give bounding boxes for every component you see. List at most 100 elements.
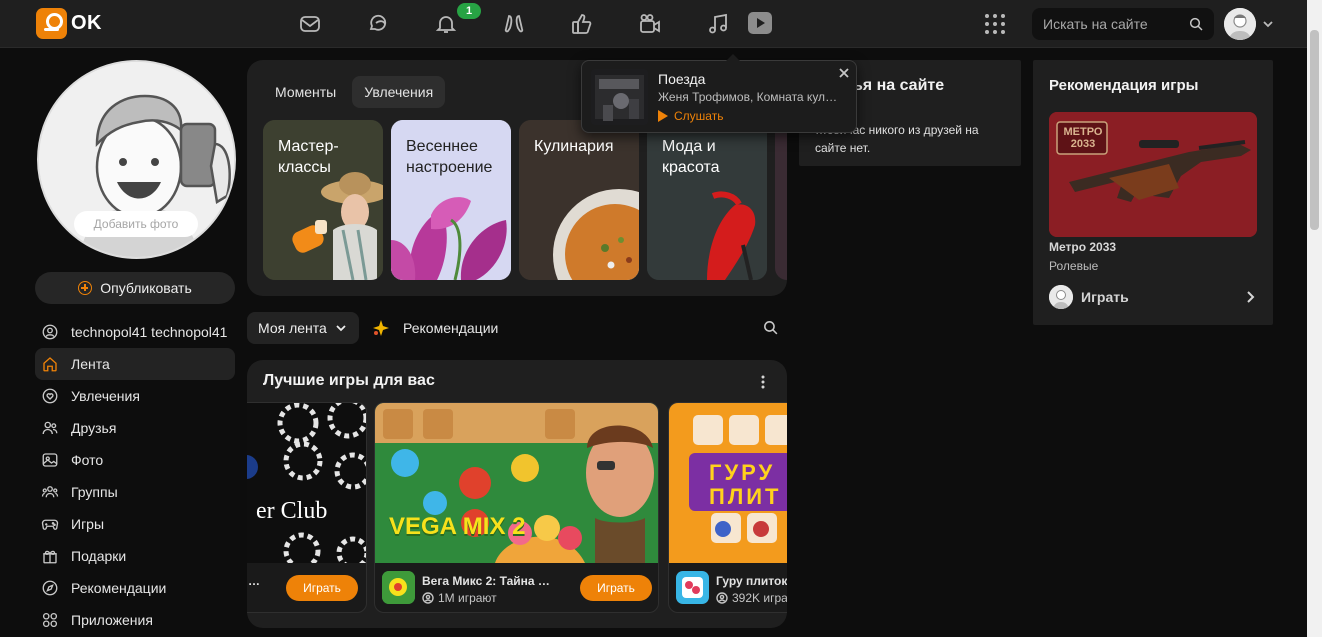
- friends-icon: [42, 421, 58, 435]
- sidebar-item-label: Игры: [71, 516, 105, 532]
- track-artist: Женя Трофимов, Комната культуры: [658, 90, 840, 104]
- apps-grid-icon[interactable]: [985, 14, 1005, 34]
- interest-card-fashion[interactable]: Мода и красота: [647, 120, 767, 280]
- game-recommendation-genre: Ролевые: [1049, 259, 1099, 273]
- interest-card-label: Мастер- классы: [278, 138, 339, 176]
- chevron-down-icon: [336, 325, 346, 332]
- game-name: …: [248, 574, 260, 588]
- close-icon[interactable]: [837, 66, 851, 80]
- interest-card-masterclasses[interactable]: Мастер- классы: [263, 120, 383, 280]
- more-vertical-icon[interactable]: [755, 374, 771, 390]
- game-footer: Гуру плиток 392K игра: [669, 563, 787, 612]
- sidebar-item-recommendations[interactable]: Рекомендации: [35, 572, 235, 604]
- video-camera-icon[interactable]: [636, 10, 664, 38]
- games-title: Лучшие игры для вас: [263, 372, 435, 389]
- listen-button[interactable]: Слушать: [658, 109, 723, 123]
- sidebar-item-games[interactable]: Игры: [35, 508, 235, 540]
- user-avatar[interactable]: [1224, 8, 1256, 40]
- listen-label: Слушать: [674, 109, 724, 123]
- sidebar-item-photo[interactable]: Фото: [35, 444, 235, 476]
- sidebar-item-gifts[interactable]: Подарки: [35, 540, 235, 572]
- tile-guru-game-art: ГУРУ ПЛИТ: [669, 403, 787, 563]
- messages-icon[interactable]: [296, 10, 324, 38]
- tile-guru-icon: [676, 571, 709, 604]
- ok-logo[interactable]: OK: [36, 8, 102, 39]
- sidebar-item-feed[interactable]: Лента: [35, 348, 235, 380]
- friend-avatar: [1049, 285, 1073, 309]
- interest-card-partial[interactable]: [775, 120, 787, 280]
- sidebar-item-label: Друзья: [71, 420, 117, 436]
- scrollbar-thumb[interactable]: [1310, 30, 1319, 230]
- metro-art-text: МЕТРО 2033: [1063, 126, 1103, 150]
- game-recommendation-title: Рекомендация игры: [1049, 77, 1199, 94]
- compass-icon: [42, 580, 58, 596]
- music-popup: Поезда Женя Трофимов, Комната культуры С…: [581, 54, 857, 133]
- sidebar-item-label: Рекомендации: [71, 580, 167, 596]
- page-scrollbar[interactable]: [1307, 0, 1322, 637]
- gift-icon: [43, 550, 57, 564]
- game-card[interactable]: er Club … Играть: [247, 402, 367, 613]
- game-footer: … Играть: [247, 563, 366, 612]
- interest-card-spring[interactable]: Весеннее настроение: [391, 120, 511, 280]
- game-name: Вега Микс 2: Тайна …: [422, 574, 550, 588]
- game-players: 1M играют: [422, 591, 497, 605]
- sidebar-item-label: Приложения: [71, 612, 153, 628]
- notification-badge: 1: [457, 3, 481, 19]
- guests-icon[interactable]: [500, 10, 528, 38]
- tab-hobbies[interactable]: Увлечения: [352, 76, 446, 108]
- discussions-icon[interactable]: [364, 10, 392, 38]
- interest-card-label: Мода и красота: [662, 138, 720, 176]
- poker-game-art: er Club: [247, 403, 366, 563]
- games-block: Лучшие игры для вас er Club … Играть VEG…: [247, 360, 787, 628]
- sidebar-item-profile[interactable]: technopol41 technopol41: [35, 316, 235, 348]
- play-button[interactable]: Играть: [580, 575, 652, 601]
- recommendations-tab[interactable]: Рекомендации: [373, 312, 498, 344]
- play-icon: [658, 110, 668, 122]
- publish-button[interactable]: Опубликовать: [35, 272, 235, 304]
- sidebar-item-label: Лента: [71, 356, 110, 372]
- feed-select[interactable]: Моя лента: [247, 312, 359, 344]
- interest-card-label: Весеннее настроение: [406, 138, 493, 176]
- poker-art-text: er Club: [256, 498, 328, 524]
- game-footer: Вега Микс 2: Тайна … 1M играют Играть: [375, 563, 658, 612]
- chevron-down-icon[interactable]: [1262, 18, 1274, 30]
- feed-search-icon[interactable]: [762, 319, 779, 336]
- sidebar-item-label: Увлечения: [71, 388, 140, 404]
- game-name: Гуру плиток: [716, 574, 787, 588]
- sidebar-item-apps[interactable]: Приложения: [35, 604, 235, 636]
- music-icon[interactable]: [704, 10, 732, 38]
- play-button[interactable]: Играть: [286, 575, 358, 601]
- game-recommendation-block: Рекомендация игры МЕТРО 2033 Метро 2033 …: [1033, 60, 1273, 325]
- album-cover[interactable]: [591, 69, 648, 125]
- add-photo-button[interactable]: Добавить фото: [74, 211, 198, 237]
- profile-icon: [42, 324, 58, 340]
- sparkle-icon: [373, 320, 389, 336]
- vega-mix-icon: [382, 571, 415, 604]
- sidebar-item-friends[interactable]: Друзья: [35, 412, 235, 444]
- game-players: 392K игра: [716, 591, 787, 605]
- tile-guru-art-text: ГУРУ ПЛИТ: [709, 460, 782, 509]
- sidebar-item-hobbies[interactable]: Увлечения: [35, 380, 235, 412]
- metro-2033-art[interactable]: МЕТРО 2033: [1049, 112, 1257, 237]
- recommendations-label: Рекомендации: [403, 320, 499, 336]
- logo-text: OK: [71, 12, 102, 34]
- ok-logo-icon: [36, 8, 67, 39]
- apps-icon: [42, 612, 58, 628]
- play-video-icon[interactable]: [748, 12, 772, 34]
- notifications-icon[interactable]: [432, 10, 460, 38]
- heart-icon: [42, 388, 58, 404]
- game-card[interactable]: VEGA MIX 2 Вега Микс 2: Тайна … 1M играю…: [374, 402, 659, 613]
- sidebar-item-groups[interactable]: Группы: [35, 476, 235, 508]
- site-search: [1032, 8, 1214, 40]
- interest-cards: Мастер- классы Весеннее настроение Кулин…: [263, 120, 787, 280]
- photo-icon: [42, 453, 58, 467]
- search-input[interactable]: [1032, 8, 1182, 40]
- interest-card-cooking[interactable]: Кулинария: [519, 120, 639, 280]
- tab-moments[interactable]: Моменты: [263, 76, 348, 108]
- track-title: Поезда: [658, 71, 706, 87]
- interest-card-label: Кулинария: [534, 138, 614, 155]
- likes-icon[interactable]: [568, 10, 596, 38]
- game-recommendation-play[interactable]: Играть: [1049, 285, 1257, 309]
- game-card[interactable]: ГУРУ ПЛИТ Гуру плиток 392K игра: [668, 402, 787, 613]
- search-icon[interactable]: [1188, 16, 1204, 32]
